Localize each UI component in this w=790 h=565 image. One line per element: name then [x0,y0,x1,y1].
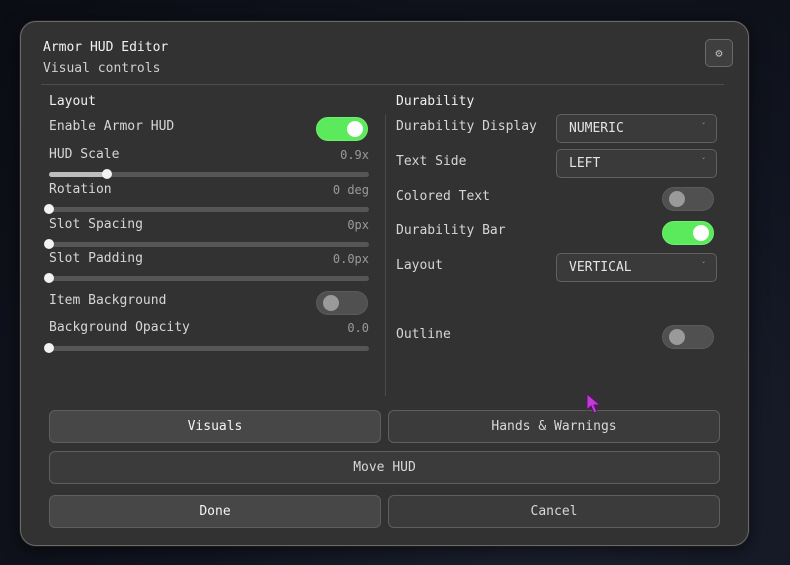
toggle-knob [347,121,363,137]
rotation-label: Rotation [49,182,112,197]
text-side-dropdown[interactable]: LEFT ˇ [556,149,717,178]
durability-display-dropdown[interactable]: NUMERIC ˇ [556,114,717,143]
durability-section-title: Durability [396,94,475,109]
dropdown-value: LEFT [569,156,601,171]
mouse-cursor-icon [586,393,602,414]
chevron-down-icon: ˇ [701,157,706,166]
background-opacity-value: 0.0 [347,321,369,335]
panel-title: Armor HUD Editor [43,40,169,55]
outline-label: Outline [396,327,451,342]
rotation-slider[interactable] [44,204,369,214]
done-button[interactable]: Done [49,495,381,528]
gear-icon: ⚙ [715,46,723,60]
background-opacity-label: Background Opacity [49,320,190,335]
layout-label: Layout [396,258,443,273]
enable-armor-hud-label: Enable Armor HUD [49,119,175,134]
durability-bar-label: Durability Bar [396,223,506,238]
enable-armor-hud-toggle[interactable] [316,117,368,141]
settings-button[interactable]: ⚙ [705,39,733,67]
dropdown-value: NUMERIC [569,121,624,136]
layout-section-title: Layout [49,94,96,109]
chevron-down-icon: ˇ [701,261,706,270]
toggle-knob [693,225,709,241]
slot-padding-value: 0.0px [332,252,369,266]
move-hud-button[interactable]: Move HUD [49,451,720,484]
item-background-label: Item Background [49,293,167,308]
hud-scale-slider[interactable] [49,169,369,179]
toggle-knob [669,329,685,345]
header-divider [41,84,724,85]
slot-padding-slider[interactable] [44,273,369,283]
dropdown-value: VERTICAL [569,260,632,275]
toggle-knob [323,295,339,311]
slider-handle[interactable] [44,343,54,353]
hud-scale-label: HUD Scale [49,147,120,162]
slider-handle[interactable] [44,204,54,214]
slot-spacing-label: Slot Spacing [49,217,143,232]
text-side-label: Text Side [396,154,467,169]
background-opacity-slider[interactable] [44,343,369,353]
armor-hud-editor-panel: Armor HUD Editor Visual controls ⚙ Layou… [20,21,749,546]
slot-spacing-slider[interactable] [44,239,369,249]
hud-scale-value: 0.9x [340,148,369,162]
outline-toggle[interactable] [662,325,714,349]
cancel-button[interactable]: Cancel [388,495,720,528]
colored-text-toggle[interactable] [662,187,714,211]
layout-dropdown[interactable]: VERTICAL ˇ [556,253,717,282]
durability-bar-toggle[interactable] [662,221,714,245]
tab-hands-warnings[interactable]: Hands & Warnings [388,410,720,443]
colored-text-label: Colored Text [396,189,490,204]
durability-display-label: Durability Display [396,119,537,134]
slider-handle[interactable] [101,169,112,179]
tab-visuals[interactable]: Visuals [49,410,381,443]
chevron-down-icon: ˇ [701,122,706,131]
item-background-toggle[interactable] [316,291,368,315]
slot-padding-label: Slot Padding [49,251,143,266]
slot-spacing-value: 0px [347,218,369,232]
toggle-knob [669,191,685,207]
column-divider [385,114,386,396]
panel-subtitle: Visual controls [43,61,161,76]
rotation-value: 0 deg [332,183,369,197]
slider-handle[interactable] [44,239,54,249]
slider-handle[interactable] [44,273,54,283]
slider-fill [49,172,107,177]
